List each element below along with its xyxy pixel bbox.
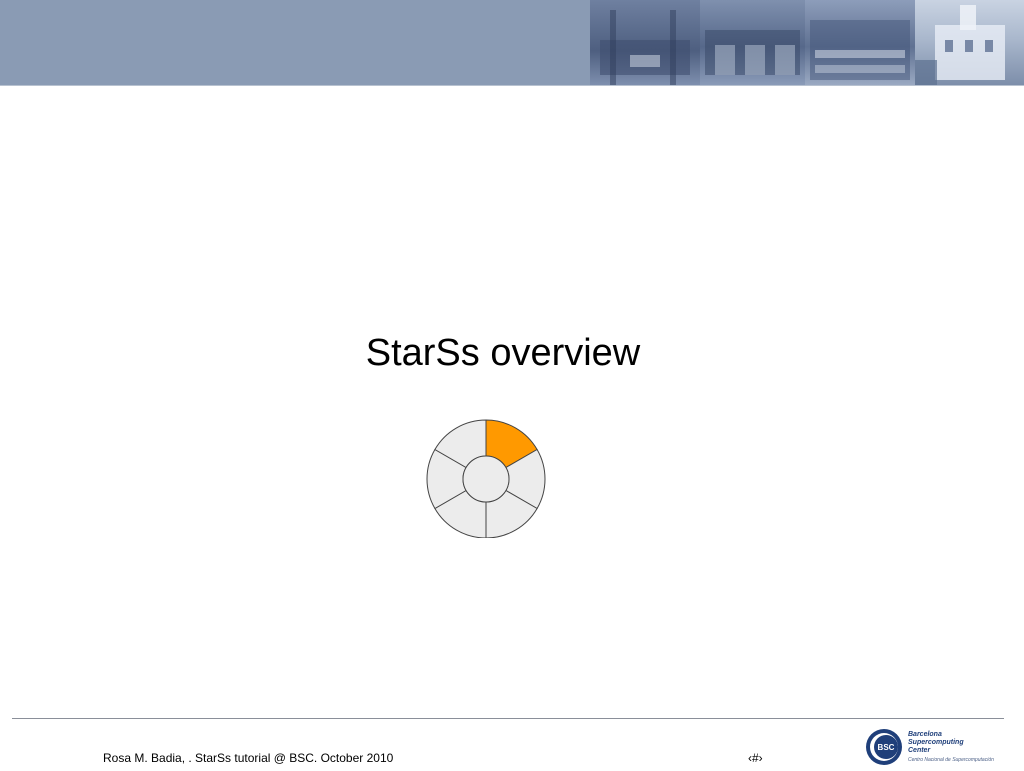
logo-line-3: Center [908,747,931,754]
bsc-logo: BSC Barcelona Supercomputing Center Cent… [864,728,1014,766]
footer-credit: Rosa M. Badia, . StarSs tutorial @ BSC. … [103,751,394,765]
logo-subline: Centro Nacional de Supercomputación [908,757,994,763]
header-band [0,0,1024,86]
logo-line-1: Barcelona [908,731,942,738]
header-photo-hall [590,0,700,85]
slide-number: ‹#› [748,751,763,765]
header-photo-machine-room [700,0,805,85]
section-progress-wheel [426,419,546,538]
header-photo-chapel [805,0,915,85]
footer-divider [12,718,1004,719]
slide-title: StarSs overview [365,332,641,374]
wheel-hub [462,455,510,503]
bsc-logo-mark: BSC [866,729,902,765]
header-photo-strip [590,0,1024,85]
bsc-logo-badge: BSC [878,743,895,752]
header-photo-building [915,0,1024,85]
bsc-logo-text: Barcelona Supercomputing Center Centro N… [908,731,994,764]
logo-line-2: Supercomputing [908,739,964,746]
